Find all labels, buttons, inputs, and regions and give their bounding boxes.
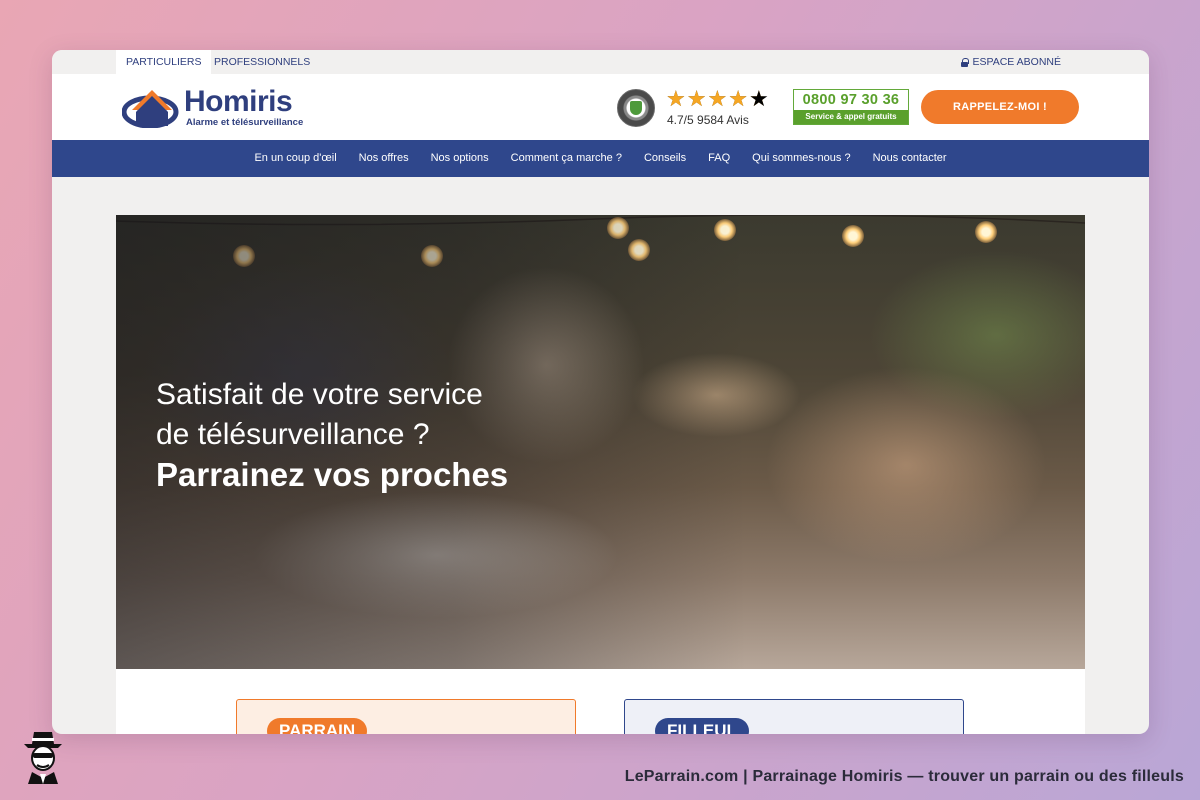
phone-number-box[interactable]: 0800 97 30 36 Service & appel gratuits bbox=[793, 89, 909, 125]
nav-item-conseils[interactable]: Conseils bbox=[633, 140, 697, 177]
hero-banner: Satisfait de votre service de télésurvei… bbox=[116, 215, 1085, 669]
star-icon: ★ bbox=[728, 86, 748, 111]
logo-wordmark: Homiris bbox=[184, 85, 293, 118]
top-bar: PARTICULIERS PROFESSIONNELS ESPACE ABONN… bbox=[52, 50, 1149, 74]
nav-item-contact[interactable]: Nous contacter bbox=[862, 140, 958, 177]
site-header: Homiris Alarme et télésurveillance ★ ★ ★… bbox=[52, 74, 1149, 140]
phone-subtitle: Service & appel gratuits bbox=[794, 110, 908, 124]
main-nav: En un coup d'œil Nos offres Nos options … bbox=[52, 140, 1149, 177]
filleul-label: FILLEUL bbox=[655, 718, 749, 734]
hero-cta-text: Parrainez vos proches bbox=[156, 456, 509, 493]
star-partial-icon: ★ bbox=[748, 86, 769, 111]
espace-abonne-link[interactable]: ESPACE ABONNÉ bbox=[961, 50, 1061, 74]
nav-item-about[interactable]: Qui sommes-nous ? bbox=[741, 140, 861, 177]
homiris-logo[interactable]: Homiris Alarme et télésurveillance bbox=[122, 84, 312, 130]
star-icon: ★ bbox=[686, 86, 707, 111]
nav-item-options[interactable]: Nos options bbox=[420, 140, 500, 177]
tab-particuliers[interactable]: PARTICULIERS bbox=[116, 50, 212, 74]
filleul-card[interactable]: FILLEUL bbox=[624, 699, 964, 734]
star-rating: ★ ★ ★ ★ ★ bbox=[666, 88, 769, 110]
referral-section: PARRAIN FILLEUL bbox=[116, 669, 1085, 734]
star-icon: ★ bbox=[707, 86, 728, 111]
phone-number: 0800 97 30 36 bbox=[802, 92, 900, 108]
star-icon: ★ bbox=[666, 86, 686, 111]
hero-line-1: Satisfait de votre service bbox=[156, 378, 483, 411]
nav-item-offres[interactable]: Nos offres bbox=[348, 140, 420, 177]
tab-professionnels[interactable]: PROFESSIONNELS bbox=[204, 50, 320, 74]
nav-item-how-it-works[interactable]: Comment ça marche ? bbox=[500, 140, 633, 177]
footer-caption: LeParrain.com | Parrainage Homiris — tro… bbox=[624, 768, 1184, 785]
hero-line-2: de télésurveillance ? bbox=[156, 418, 430, 451]
rating-text: 4.7/5 9584 Avis bbox=[667, 113, 749, 127]
browser-window: PARTICULIERS PROFESSIONNELS ESPACE ABONN… bbox=[52, 50, 1149, 734]
spy-mascot-icon bbox=[24, 732, 62, 784]
logo-tagline: Alarme et télésurveillance bbox=[186, 117, 304, 128]
lock-icon bbox=[961, 57, 970, 67]
nav-item-overview[interactable]: En un coup d'œil bbox=[243, 140, 347, 177]
espace-abonne-label: ESPACE ABONNÉ bbox=[972, 56, 1061, 68]
parrain-label: PARRAIN bbox=[267, 718, 368, 734]
hero-headline: Satisfait de votre service de télésurvei… bbox=[156, 375, 483, 455]
parrain-card[interactable]: PARRAIN bbox=[236, 699, 576, 734]
customer-rating[interactable]: ★ ★ ★ ★ ★ 4.7/5 9584 Avis bbox=[666, 88, 769, 128]
house-logo-icon bbox=[122, 90, 179, 128]
callback-button[interactable]: RAPPELEZ-MOI ! bbox=[921, 90, 1079, 124]
certification-badge-icon bbox=[617, 89, 655, 127]
nav-item-faq[interactable]: FAQ bbox=[697, 140, 741, 177]
page-content: Satisfait de votre service de télésurvei… bbox=[116, 215, 1085, 734]
